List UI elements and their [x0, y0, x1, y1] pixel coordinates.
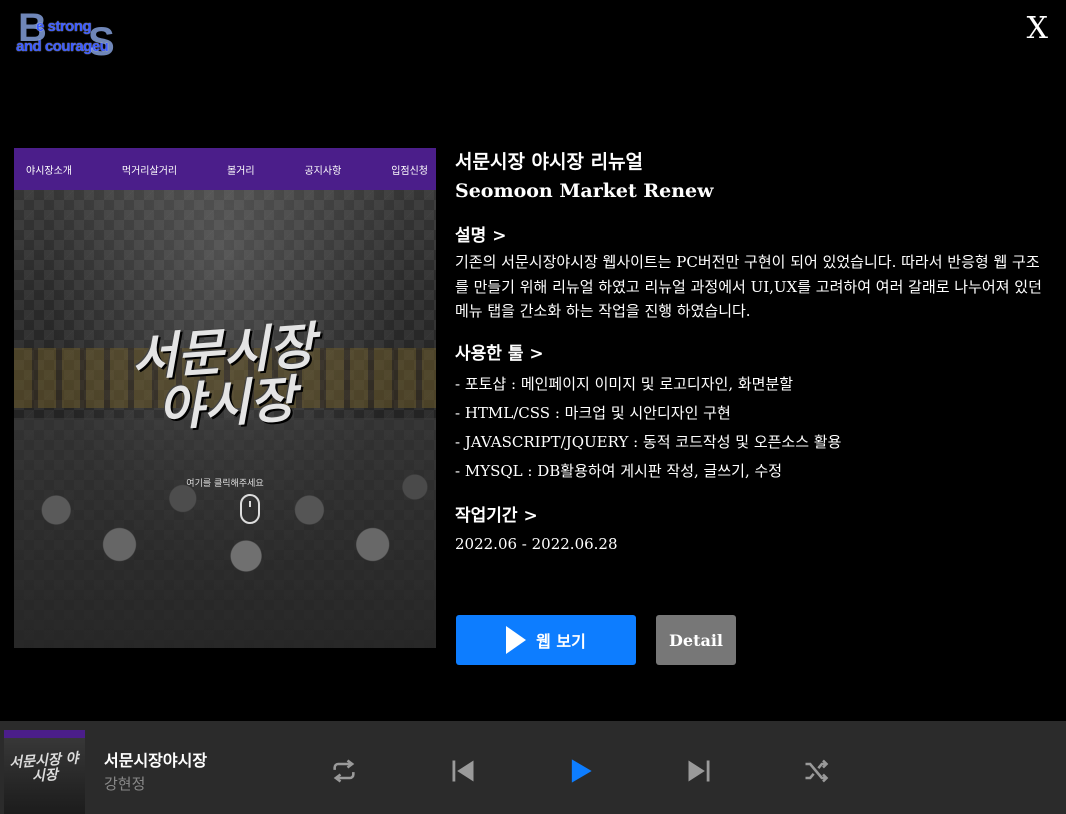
- tools-heading: 사용한 툴 >: [455, 343, 544, 364]
- project-info: 서문시장 야시장 리뉴얼 Seomoon Market Renew 설명 > 기…: [455, 148, 1055, 556]
- play-icon: [506, 626, 527, 654]
- project-title-ko: 서문시장 야시장 리뉴얼: [455, 151, 644, 173]
- shuffle-button[interactable]: [802, 757, 830, 785]
- repeat-button[interactable]: [330, 757, 358, 785]
- preview-nav-item: 먹거리살거리: [121, 165, 178, 177]
- logo-text-line1: e strong: [36, 18, 92, 35]
- project-title-en: Seomoon Market Renew: [455, 180, 714, 202]
- preview-hint: 여기를 클릭해주세요: [186, 479, 264, 489]
- detail-button[interactable]: Detail: [656, 615, 736, 665]
- close-button[interactable]: X: [1027, 14, 1048, 44]
- play-icon: [571, 759, 592, 783]
- previous-button[interactable]: [449, 757, 477, 785]
- skip-forward-icon: [688, 760, 710, 782]
- logo-text-line2: and courageu: [16, 38, 109, 55]
- tool-item: - 포토샵 : 메인페이지 이미지 및 로고디자인, 화면분할: [455, 374, 794, 393]
- project-preview-image[interactable]: 야시장소개 먹거리살거리 볼거리 공지사항 입점신청 서문시장 야시장 여기를 …: [14, 148, 436, 648]
- view-web-button[interactable]: 웹 보기: [456, 615, 636, 665]
- song-title: 서문시장야시장: [104, 751, 208, 770]
- play-button[interactable]: [566, 757, 594, 785]
- thumbnail-nav: [4, 730, 85, 738]
- preview-nav-bar: 야시장소개 먹거리살거리 볼거리 공지사항 입점신청: [14, 148, 436, 190]
- shuffle-icon: [805, 759, 829, 783]
- view-web-label: 웹 보기: [536, 632, 586, 651]
- description-heading: 설명 >: [455, 226, 507, 246]
- album-thumbnail: 서문시장 야시장: [4, 730, 85, 814]
- thumbnail-title: 서문시장 야시장: [8, 750, 80, 785]
- next-button[interactable]: [685, 757, 713, 785]
- tools-list: - 포토샵 : 메인페이지 이미지 및 로고디자인, 화면분할 - HTML/C…: [455, 370, 1055, 486]
- preview-crowd: [14, 418, 436, 648]
- music-player-bar: 서문시장 야시장 서문시장야시장 강현정: [0, 721, 1066, 814]
- tool-item: - MYSQL : DB활용하여 게시판 작성, 글쓰기, 수정: [455, 461, 783, 480]
- project-period: 2022.06 - 2022.06.28: [455, 534, 618, 553]
- project-description: 기존의 서문시장야시장 웹사이트는 PC버전만 구현이 되어 있었습니다. 따라…: [455, 253, 1042, 320]
- artist-name: 강현정: [104, 775, 146, 793]
- preview-nav-item: 공지사항: [304, 165, 342, 177]
- tool-item: - HTML/CSS : 마크업 및 시안디자인 구현: [455, 403, 731, 422]
- repeat-icon: [333, 759, 355, 783]
- preview-nav-item: 입점신청: [391, 165, 428, 177]
- mouse-icon: [240, 494, 260, 524]
- preview-nav-item: 야시장소개: [26, 165, 72, 177]
- preview-nav-item: 볼거리: [226, 165, 255, 177]
- tool-item: - JAVASCRIPT/JQUERY : 동적 코드작성 및 오픈소스 활용: [455, 432, 842, 451]
- skip-back-icon: [452, 760, 474, 782]
- period-heading: 작업기간 >: [455, 505, 538, 526]
- site-logo[interactable]: B S e strong and courageu: [14, 8, 124, 64]
